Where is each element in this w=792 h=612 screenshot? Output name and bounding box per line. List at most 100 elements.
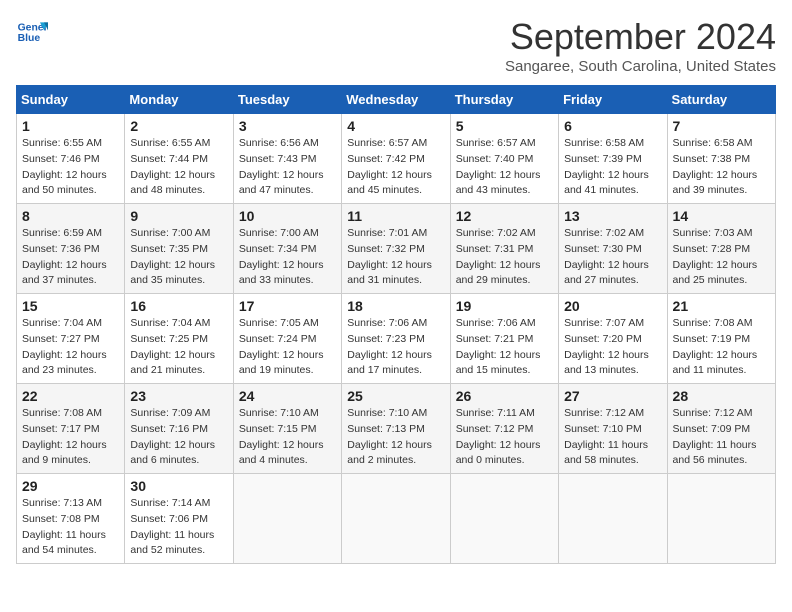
calendar-cell: 6 Sunrise: 6:58 AMSunset: 7:39 PMDayligh… [559,114,667,204]
calendar-cell: 13 Sunrise: 7:02 AMSunset: 7:30 PMDaylig… [559,204,667,294]
calendar-cell: 24 Sunrise: 7:10 AMSunset: 7:15 PMDaylig… [233,384,341,474]
day-number: 14 [673,208,770,224]
header-cell-sunday: Sunday [17,86,125,114]
day-info: Sunrise: 6:59 AMSunset: 7:36 PMDaylight:… [22,227,107,286]
calendar-cell: 22 Sunrise: 7:08 AMSunset: 7:17 PMDaylig… [17,384,125,474]
day-info: Sunrise: 6:57 AMSunset: 7:40 PMDaylight:… [456,137,541,196]
day-number: 10 [239,208,336,224]
header-cell-wednesday: Wednesday [342,86,450,114]
day-info: Sunrise: 7:13 AMSunset: 7:08 PMDaylight:… [22,497,106,556]
title-area: September 2024 Sangaree, South Carolina,… [505,16,776,75]
header-row: SundayMondayTuesdayWednesdayThursdayFrid… [17,86,776,114]
calendar-header: SundayMondayTuesdayWednesdayThursdayFrid… [17,86,776,114]
calendar-cell: 10 Sunrise: 7:00 AMSunset: 7:34 PMDaylig… [233,204,341,294]
day-number: 11 [347,208,444,224]
calendar-week-row: 8 Sunrise: 6:59 AMSunset: 7:36 PMDayligh… [17,204,776,294]
day-number: 19 [456,298,553,314]
day-info: Sunrise: 7:02 AMSunset: 7:31 PMDaylight:… [456,227,541,286]
month-title: September 2024 [505,16,776,58]
day-info: Sunrise: 7:12 AMSunset: 7:10 PMDaylight:… [564,407,648,466]
day-number: 24 [239,388,336,404]
calendar-cell: 11 Sunrise: 7:01 AMSunset: 7:32 PMDaylig… [342,204,450,294]
day-info: Sunrise: 6:55 AMSunset: 7:44 PMDaylight:… [130,137,215,196]
day-number: 25 [347,388,444,404]
calendar-cell: 2 Sunrise: 6:55 AMSunset: 7:44 PMDayligh… [125,114,233,204]
day-info: Sunrise: 6:57 AMSunset: 7:42 PMDaylight:… [347,137,432,196]
day-number: 27 [564,388,661,404]
day-number: 20 [564,298,661,314]
header-cell-saturday: Saturday [667,86,775,114]
day-number: 16 [130,298,227,314]
day-info: Sunrise: 7:01 AMSunset: 7:32 PMDaylight:… [347,227,432,286]
calendar-cell: 23 Sunrise: 7:09 AMSunset: 7:16 PMDaylig… [125,384,233,474]
day-info: Sunrise: 7:00 AMSunset: 7:35 PMDaylight:… [130,227,215,286]
calendar-week-row: 1 Sunrise: 6:55 AMSunset: 7:46 PMDayligh… [17,114,776,204]
day-number: 15 [22,298,119,314]
day-info: Sunrise: 7:06 AMSunset: 7:21 PMDaylight:… [456,317,541,376]
calendar-cell [233,474,341,564]
day-number: 9 [130,208,227,224]
header-cell-tuesday: Tuesday [233,86,341,114]
calendar-cell: 28 Sunrise: 7:12 AMSunset: 7:09 PMDaylig… [667,384,775,474]
day-info: Sunrise: 7:06 AMSunset: 7:23 PMDaylight:… [347,317,432,376]
day-number: 28 [673,388,770,404]
calendar-week-row: 22 Sunrise: 7:08 AMSunset: 7:17 PMDaylig… [17,384,776,474]
day-info: Sunrise: 7:12 AMSunset: 7:09 PMDaylight:… [673,407,757,466]
day-info: Sunrise: 7:11 AMSunset: 7:12 PMDaylight:… [456,407,541,466]
calendar-cell: 30 Sunrise: 7:14 AMSunset: 7:06 PMDaylig… [125,474,233,564]
day-number: 12 [456,208,553,224]
header-cell-monday: Monday [125,86,233,114]
day-number: 5 [456,118,553,134]
calendar-cell: 26 Sunrise: 7:11 AMSunset: 7:12 PMDaylig… [450,384,558,474]
calendar-cell: 27 Sunrise: 7:12 AMSunset: 7:10 PMDaylig… [559,384,667,474]
day-info: Sunrise: 7:04 AMSunset: 7:27 PMDaylight:… [22,317,107,376]
day-number: 21 [673,298,770,314]
day-info: Sunrise: 7:03 AMSunset: 7:28 PMDaylight:… [673,227,758,286]
day-number: 18 [347,298,444,314]
day-number: 30 [130,478,227,494]
svg-text:Blue: Blue [18,33,41,44]
day-number: 1 [22,118,119,134]
day-info: Sunrise: 7:09 AMSunset: 7:16 PMDaylight:… [130,407,215,466]
calendar-cell: 15 Sunrise: 7:04 AMSunset: 7:27 PMDaylig… [17,294,125,384]
day-info: Sunrise: 6:58 AMSunset: 7:39 PMDaylight:… [564,137,649,196]
calendar-cell [450,474,558,564]
header-cell-thursday: Thursday [450,86,558,114]
day-number: 23 [130,388,227,404]
day-number: 2 [130,118,227,134]
day-info: Sunrise: 7:08 AMSunset: 7:17 PMDaylight:… [22,407,107,466]
calendar-cell: 7 Sunrise: 6:58 AMSunset: 7:38 PMDayligh… [667,114,775,204]
calendar-cell: 20 Sunrise: 7:07 AMSunset: 7:20 PMDaylig… [559,294,667,384]
day-info: Sunrise: 7:00 AMSunset: 7:34 PMDaylight:… [239,227,324,286]
page-header: General Blue September 2024 Sangaree, So… [16,16,776,75]
day-info: Sunrise: 6:55 AMSunset: 7:46 PMDaylight:… [22,137,107,196]
day-info: Sunrise: 7:07 AMSunset: 7:20 PMDaylight:… [564,317,649,376]
calendar-cell: 18 Sunrise: 7:06 AMSunset: 7:23 PMDaylig… [342,294,450,384]
calendar-cell [559,474,667,564]
calendar-cell: 16 Sunrise: 7:04 AMSunset: 7:25 PMDaylig… [125,294,233,384]
day-info: Sunrise: 7:04 AMSunset: 7:25 PMDaylight:… [130,317,215,376]
calendar-cell: 19 Sunrise: 7:06 AMSunset: 7:21 PMDaylig… [450,294,558,384]
calendar-cell: 5 Sunrise: 6:57 AMSunset: 7:40 PMDayligh… [450,114,558,204]
calendar-cell [667,474,775,564]
calendar-cell: 1 Sunrise: 6:55 AMSunset: 7:46 PMDayligh… [17,114,125,204]
day-number: 17 [239,298,336,314]
day-number: 3 [239,118,336,134]
calendar-week-row: 29 Sunrise: 7:13 AMSunset: 7:08 PMDaylig… [17,474,776,564]
day-number: 7 [673,118,770,134]
day-info: Sunrise: 6:58 AMSunset: 7:38 PMDaylight:… [673,137,758,196]
day-info: Sunrise: 7:10 AMSunset: 7:15 PMDaylight:… [239,407,324,466]
day-number: 8 [22,208,119,224]
day-number: 26 [456,388,553,404]
calendar-cell: 12 Sunrise: 7:02 AMSunset: 7:31 PMDaylig… [450,204,558,294]
day-number: 6 [564,118,661,134]
calendar-body: 1 Sunrise: 6:55 AMSunset: 7:46 PMDayligh… [17,114,776,564]
day-number: 4 [347,118,444,134]
day-number: 22 [22,388,119,404]
day-number: 29 [22,478,119,494]
calendar-cell: 25 Sunrise: 7:10 AMSunset: 7:13 PMDaylig… [342,384,450,474]
day-info: Sunrise: 7:14 AMSunset: 7:06 PMDaylight:… [130,497,214,556]
calendar-cell: 9 Sunrise: 7:00 AMSunset: 7:35 PMDayligh… [125,204,233,294]
calendar-cell: 8 Sunrise: 6:59 AMSunset: 7:36 PMDayligh… [17,204,125,294]
day-info: Sunrise: 7:08 AMSunset: 7:19 PMDaylight:… [673,317,758,376]
